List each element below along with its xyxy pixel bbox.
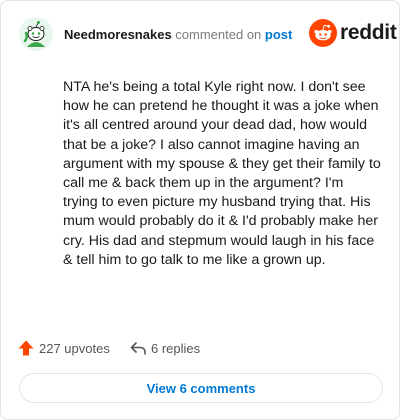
- upvote-arrow-icon: [18, 340, 34, 356]
- upvote-count: 227 upvotes: [39, 340, 110, 356]
- comment-body: NTA he's being a total Kyle right now. I…: [63, 79, 381, 268]
- comment-actions: 227 upvotes 6 replies: [17, 337, 385, 359]
- reddit-logo[interactable]: reddit: [309, 19, 397, 49]
- reddit-logo-icon: [309, 19, 337, 47]
- view-comments-button[interactable]: View 6 comments: [19, 373, 383, 403]
- upvote-control[interactable]: 227 upvotes: [17, 337, 110, 359]
- user-avatar[interactable]: [19, 17, 53, 51]
- username-link[interactable]: Needmoresnakes: [64, 27, 172, 42]
- post-link[interactable]: post: [265, 27, 292, 42]
- reddit-wordmark: reddit: [340, 21, 397, 44]
- byline-action: commented on: [175, 27, 262, 42]
- replies-control[interactable]: 6 replies: [129, 337, 200, 359]
- reply-arrow-icon: [130, 342, 146, 355]
- comment-header: Needmoresnakes commented on post reddit: [19, 17, 397, 53]
- reply-count: 6 replies: [151, 340, 201, 356]
- comment-card: Needmoresnakes commented on post reddit …: [0, 0, 400, 420]
- byline: Needmoresnakes commented on post: [64, 27, 292, 42]
